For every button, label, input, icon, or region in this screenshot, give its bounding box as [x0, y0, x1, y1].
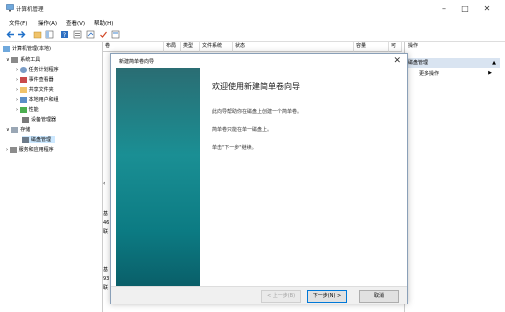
next-button[interactable]: 下一步(N) > [307, 290, 347, 303]
window-title: 计算机管理 [16, 7, 44, 13]
back-arrow-icon[interactable] [6, 30, 15, 39]
users-icon [19, 96, 27, 103]
menu-help[interactable]: 帮助(H) [94, 19, 113, 27]
column-header-filesystem[interactable]: 文件系统 [200, 42, 233, 52]
tree-services[interactable]: › 服务和应用程序 [6, 146, 54, 153]
wizard-banner-image [116, 68, 200, 286]
disk-0-label: 基 [103, 211, 109, 217]
dialog-title: 新建简单卷向导 [119, 59, 155, 65]
submenu-arrow-icon: ▶ [488, 70, 492, 76]
menu-view[interactable]: 查看(V) [66, 19, 85, 27]
menu-bar: 文件(F) 操作(A) 查看(V) 帮助(H) [0, 17, 505, 28]
tree-device-manager[interactable]: 设备管理器 [22, 116, 56, 123]
wizard-paragraph-2: 简单卷只能在单一磁盘上。 [212, 127, 273, 133]
tree-system-tools[interactable]: ∨ 系统工具 [6, 56, 40, 63]
actions-pane: 操作 磁盘管理 ▲ 更多操作 ▶ [404, 42, 500, 312]
dialog-title-bar: 新建简单卷向导 ✕ [111, 54, 407, 68]
back-button[interactable]: < 上一步(B) [261, 290, 301, 303]
title-bar: 计算机管理 – □ ✕ [0, 0, 505, 17]
services-icon [9, 146, 17, 153]
actions-group-disk-management[interactable]: 磁盘管理 ▲ [405, 58, 500, 68]
column-header-layout[interactable]: 布局 [164, 42, 181, 52]
cancel-button[interactable]: 取消 [359, 290, 399, 303]
shared-folder-icon [19, 86, 27, 93]
svg-text:?: ? [63, 32, 66, 39]
tree-event-viewer[interactable]: › 事件查看器 [16, 76, 54, 83]
navigation-tree: 计算机管理(本地) ∨ 系统工具 › 任务计划程序 › 事件查看器 › 共享文件… [0, 42, 103, 312]
column-header-type[interactable]: 类型 [181, 42, 200, 52]
new-simple-volume-wizard: 新建简单卷向导 ✕ 欢迎使用新建简单卷向导 此向导帮助你在磁盘上创建一个简单卷。… [110, 53, 408, 304]
disk-1-size: 93 [103, 276, 110, 282]
wizard-paragraph-1: 此向导帮助你在磁盘上创建一个简单卷。 [212, 109, 303, 115]
help-icon[interactable]: ? [60, 30, 69, 39]
tree-disk-management[interactable]: 磁盘管理 [22, 136, 56, 143]
forward-arrow-icon[interactable] [17, 30, 26, 39]
menu-action[interactable]: 操作(A) [38, 19, 57, 27]
maximize-button[interactable]: □ [455, 3, 475, 14]
show-hide-tree-icon[interactable] [45, 30, 54, 39]
tree-storage[interactable]: ∨ 存储 [6, 126, 30, 133]
column-header-volume[interactable]: 卷 [103, 42, 164, 52]
tree-shared-folders[interactable]: › 共享文件夹 [16, 86, 54, 93]
export-list-icon[interactable] [86, 30, 95, 39]
wizard-paragraph-3: 单击"下一步"继续。 [212, 145, 257, 151]
wizard-content: 欢迎使用新建简单卷向导 此向导帮助你在磁盘上创建一个简单卷。 简单卷只能在单一磁… [212, 68, 402, 286]
performance-icon [19, 106, 27, 113]
disk-1-status: 联 [103, 285, 109, 291]
disk-management-icon [22, 136, 29, 143]
device-manager-icon [22, 116, 29, 123]
disk-1-label: 基 [103, 267, 109, 273]
properties-icon[interactable] [73, 30, 82, 39]
check-icon[interactable] [99, 30, 108, 39]
disk-0-size: 46 [103, 220, 110, 226]
disk-0-row[interactable]: 基 46 联 [103, 210, 110, 250]
disk-0-status: 联 [103, 229, 109, 235]
folder-up-icon[interactable] [33, 30, 42, 39]
more-actions-item[interactable]: 更多操作 [419, 70, 439, 77]
dialog-close-button[interactable]: ✕ [393, 56, 401, 66]
app-window: 计算机管理 – □ ✕ 文件(F) 操作(A) 查看(V) 帮助(H) ? 计算… [0, 0, 505, 312]
wizard-footer: < 上一步(B) 下一步(N) > 取消 [111, 286, 407, 304]
event-viewer-icon [19, 76, 27, 83]
tree-performance[interactable]: › 性能 [16, 106, 39, 113]
computer-icon [3, 45, 10, 52]
tree-local-users[interactable]: › 本地用户和组 [16, 96, 59, 103]
clock-icon [19, 66, 27, 73]
view-icon[interactable] [111, 30, 120, 39]
column-header-status[interactable]: 状态 [233, 42, 354, 52]
minimize-button[interactable]: – [434, 3, 454, 14]
close-button[interactable]: ✕ [477, 3, 497, 14]
tree-root[interactable]: 计算机管理(本地) [3, 45, 51, 52]
tools-icon [11, 56, 19, 63]
toolbar: ? [0, 28, 505, 42]
column-header-capacity[interactable]: 容量 [354, 42, 389, 52]
scroll-left-icon[interactable]: ‹ [103, 180, 110, 192]
column-header-free[interactable]: 可 [389, 42, 402, 52]
tree-task-scheduler[interactable]: › 任务计划程序 [16, 66, 59, 73]
storage-icon [11, 126, 19, 133]
collapse-up-icon[interactable]: ▲ [492, 58, 496, 68]
disk-1-row[interactable]: 基 93 联 [103, 266, 110, 306]
actions-header: 操作 [408, 43, 419, 49]
menu-file[interactable]: 文件(F) [9, 19, 27, 27]
computer-management-icon [6, 4, 14, 12]
wizard-heading: 欢迎使用新建简单卷向导 [212, 82, 300, 91]
